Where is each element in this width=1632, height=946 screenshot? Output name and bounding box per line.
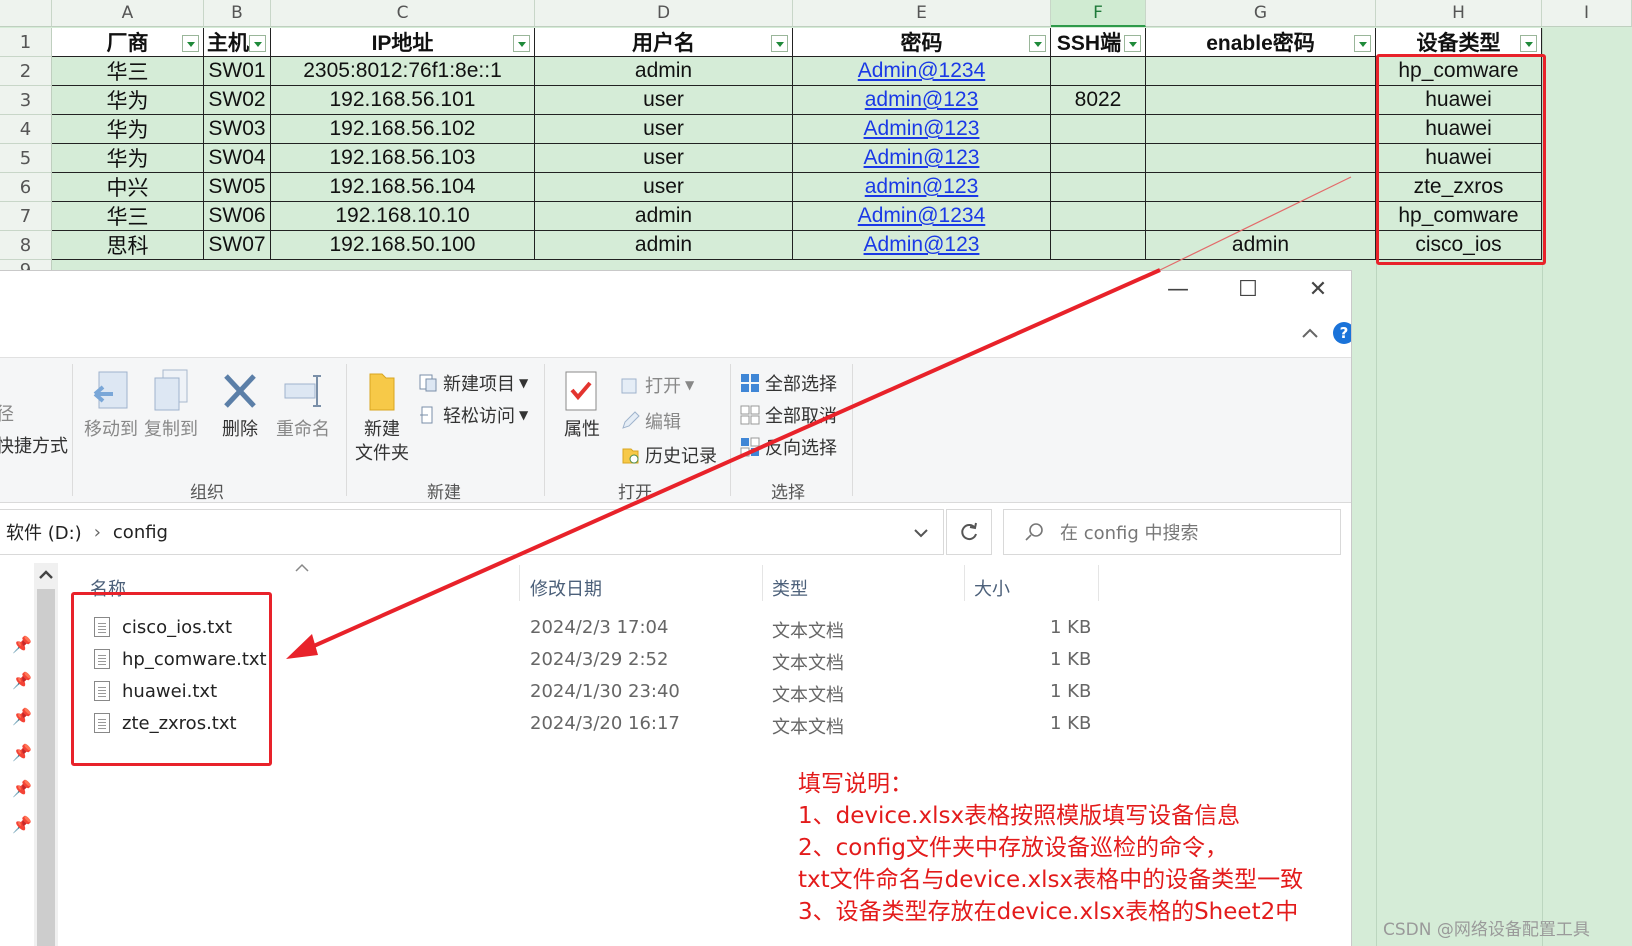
instructions-note: 填写说明： 1、device.xlsx表格按照模版填写设备信息 2、config… — [798, 768, 1303, 928]
instructions-line: 2、config文件夹中存放设备巡检的命令， — [798, 835, 1229, 861]
instructions-line: txt文件命名与device.xlsx表格中的设备类型一致 — [798, 867, 1304, 893]
watermark: CSDN @网络设备配置工具 — [1383, 920, 1590, 940]
instructions-title: 填写说明： — [798, 771, 913, 797]
instructions-line: 3、设备类型存放在device.xlsx表格的Sheet2中 — [798, 899, 1299, 925]
instructions-line: 1、device.xlsx表格按照模版填写设备信息 — [798, 803, 1241, 829]
